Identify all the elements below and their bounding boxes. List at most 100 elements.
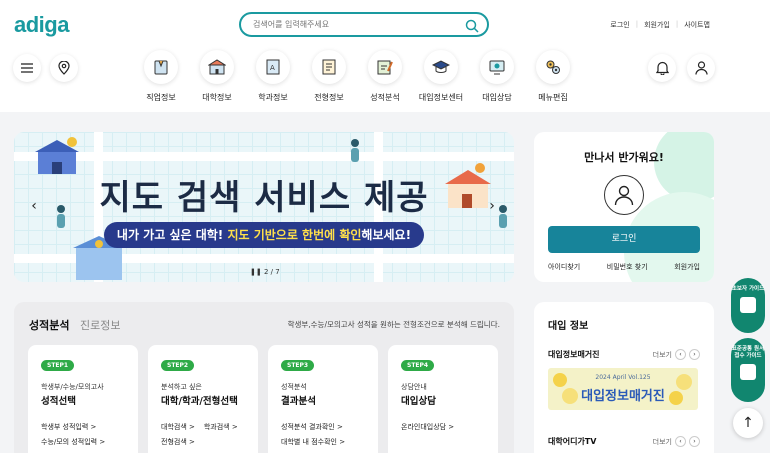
search-box[interactable]	[239, 12, 489, 37]
menu-button[interactable]	[13, 54, 41, 82]
step-subtitle: 성적분석	[281, 383, 307, 391]
step-title: 대입상담	[401, 396, 436, 407]
banner-pager[interactable]: ❚❚ 2 / 7	[250, 268, 280, 276]
main-banner[interactable]: 지도 검색 서비스 제공 내가 가고 싶은 대학! 지도 기반으로 한번에 확인…	[14, 132, 514, 282]
step-link[interactable]: 대학별 내 점수확인 >	[281, 435, 345, 450]
site-logo[interactable]: adiga	[14, 12, 69, 38]
prev-button[interactable]: ‹	[675, 349, 686, 360]
step-card[interactable]: STEP3 성적분석 결과분석 성적분석 결과확인 > 대학별 내 점수확인 >	[268, 345, 378, 453]
step-subtitle: 분석하고 싶은	[161, 383, 202, 391]
banner-headline: 지도 검색 서비스 제공	[99, 178, 429, 218]
more-controls: 더보기 ‹ ›	[653, 436, 700, 447]
search-icon[interactable]	[465, 18, 479, 37]
university-icon	[200, 50, 234, 84]
step-subtitle: 상담안내	[401, 383, 427, 391]
magazine-row-title: 대입정보매거진	[548, 350, 600, 359]
float-label: 초보자 가이드	[731, 286, 765, 292]
step-link[interactable]: 전형검색 >	[161, 435, 195, 450]
step-link[interactable]: 학생부 성적입력 >	[41, 420, 96, 435]
step-title: 성적선택	[41, 396, 76, 407]
nav-item-grade-analysis[interactable]: 성적분석	[357, 50, 413, 103]
nav-label: 대입상담	[482, 93, 512, 102]
search-input[interactable]	[253, 17, 453, 32]
divider: |	[675, 20, 679, 28]
login-links: 아이디찾기 비밀번호 찾기 회원가입	[548, 262, 700, 272]
pencil-icon	[740, 364, 756, 380]
step-link[interactable]: 대학검색 >	[161, 420, 195, 435]
person-illustration	[351, 139, 359, 162]
banner-prev-button[interactable]: ‹	[26, 198, 42, 214]
document-icon	[312, 50, 346, 84]
step-link[interactable]: 학과검색 >	[204, 420, 238, 435]
find-id-link[interactable]: 아이디찾기	[548, 262, 580, 272]
banner-next-button[interactable]: ›	[484, 198, 500, 214]
location-pin-icon	[58, 61, 70, 75]
next-button[interactable]: ›	[689, 436, 700, 447]
nav-item-counsel[interactable]: 대입상담	[469, 50, 525, 103]
beginner-guide-button[interactable]: 초보자 가이드	[731, 278, 765, 333]
step-card[interactable]: STEP4 상담안내 대입상담 온라인대입상담 >	[388, 345, 498, 453]
avatar	[604, 175, 644, 215]
nav-label: 대입정보센터	[418, 93, 464, 102]
tv-row-title: 대학어디가TV	[548, 437, 597, 446]
scroll-top-button[interactable]: ↑	[733, 408, 763, 438]
notification-button[interactable]	[648, 54, 676, 82]
user-icon	[694, 61, 708, 75]
float-label: 표준공통 원서접수 가이드	[731, 346, 765, 359]
tab-grade-analysis[interactable]: 성적분석	[29, 317, 69, 333]
guide-icon	[740, 297, 756, 313]
magazine-title: 대입정보매거진	[581, 389, 665, 404]
step-links: 온라인대입상담 >	[401, 420, 463, 435]
bell-icon	[655, 61, 669, 75]
more-link[interactable]: 더보기	[653, 350, 672, 360]
step-links: 대학검색 > 학과검색 > 전형검색 >	[161, 420, 247, 450]
nav-item-menu-edit[interactable]: 메뉴편집	[525, 50, 581, 103]
nav-item-admission-type[interactable]: 전형정보	[301, 50, 357, 103]
gear-icon	[536, 50, 570, 84]
job-icon	[144, 50, 178, 84]
step-badge: STEP3	[281, 360, 315, 371]
nav-item-info-center[interactable]: 대입정보센터	[413, 50, 469, 103]
step-card[interactable]: STEP1 학생부/수능/모의고사 성적선택 학생부 성적입력 > 수능/모의 …	[28, 345, 138, 453]
top-links: 로그인 | 회원가입 | 사이트맵	[610, 20, 710, 30]
nav-label: 전형정보	[314, 93, 344, 102]
location-button[interactable]	[50, 54, 78, 82]
nav-item-job[interactable]: 직업정보	[133, 50, 189, 103]
signup-link[interactable]: 회원가입	[644, 20, 670, 30]
step-link[interactable]: 수능/모의 성적입력 >	[41, 435, 105, 450]
find-password-link[interactable]: 비밀번호 찾기	[607, 262, 648, 272]
login-link[interactable]: 로그인	[610, 20, 629, 30]
step-title: 결과분석	[281, 396, 316, 407]
prev-button[interactable]: ‹	[675, 436, 686, 447]
pause-icon[interactable]: ❚❚	[250, 268, 264, 276]
step-link[interactable]: 성적분석 결과확인 >	[281, 420, 343, 435]
step-badge: STEP2	[161, 360, 195, 371]
nav-label: 성적분석	[370, 93, 400, 102]
section-description: 학생부,수능/모의고사 성적을 원하는 전형조건으로 분석해 드립니다.	[287, 320, 500, 329]
book-icon: A	[256, 50, 290, 84]
nav-item-university[interactable]: 대학정보	[189, 50, 245, 103]
step-subtitle: 학생부/수능/모의고사	[41, 383, 104, 391]
main-nav: 직업정보 대학정보 A 학과정보 전형정보 성적분석 대입정보센터 대입상담 메	[133, 50, 581, 103]
next-button[interactable]: ›	[689, 349, 700, 360]
banner-subtitle-highlight: 지도 기반으로 한번에 확인	[227, 228, 362, 242]
step-links: 학생부 성적입력 > 수능/모의 성적입력 >	[41, 420, 114, 450]
tab-career-info[interactable]: 진로정보	[80, 317, 120, 333]
step-link[interactable]: 온라인대입상담 >	[401, 420, 454, 435]
more-link[interactable]: 더보기	[653, 437, 672, 447]
my-page-button[interactable]	[687, 54, 715, 82]
hamburger-icon	[21, 63, 33, 73]
signup-link[interactable]: 회원가입	[674, 262, 700, 272]
login-button[interactable]: 로그인	[548, 226, 700, 253]
step-title: 대학/학과/전형선택	[161, 396, 238, 407]
step-badge: STEP1	[41, 360, 75, 371]
application-guide-button[interactable]: 표준공통 원서접수 가이드	[731, 338, 765, 402]
magazine-banner[interactable]: 2024 April Vol.125 대입정보매거진	[548, 368, 698, 410]
nav-item-major[interactable]: A 학과정보	[245, 50, 301, 103]
banner-subtitle-pre: 내가 가고 싶은 대학!	[116, 228, 228, 242]
nav-label: 학과정보	[258, 93, 288, 102]
step-card[interactable]: STEP2 분석하고 싶은 대학/학과/전형선택 대학검색 > 학과검색 > 전형…	[148, 345, 258, 453]
tv-row: 대학어디가TV 더보기 ‹ ›	[548, 436, 700, 447]
more-controls: 더보기 ‹ ›	[653, 349, 700, 360]
sitemap-link[interactable]: 사이트맵	[684, 20, 710, 30]
